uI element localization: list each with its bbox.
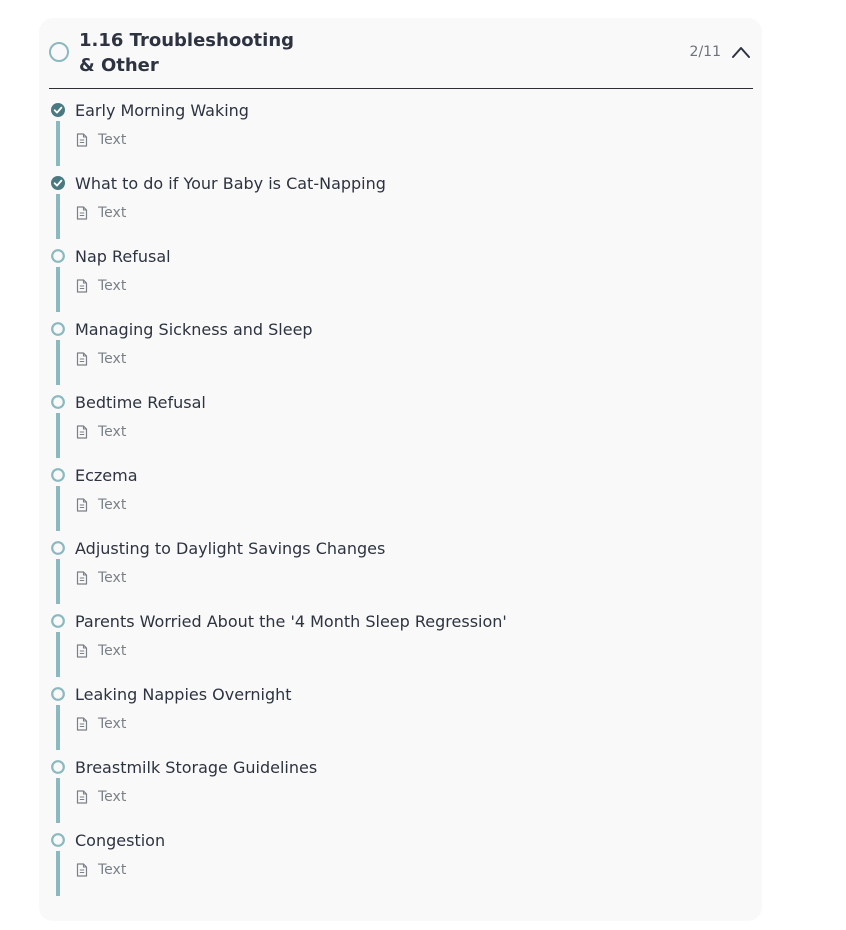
lesson-title[interactable]: Parents Worried About the '4 Month Sleep… — [75, 611, 507, 633]
lesson-item[interactable]: Eczema Text — [49, 463, 753, 536]
document-icon — [76, 571, 88, 585]
lesson-type-label: Text — [98, 205, 127, 221]
circle-outline-icon — [51, 249, 65, 263]
lesson-meta: Text — [76, 349, 126, 369]
progress-line — [56, 632, 60, 677]
lesson-type-label: Text — [98, 424, 127, 440]
lesson-meta: Text — [76, 276, 126, 296]
lesson-type-label: Text — [98, 351, 127, 367]
lesson-title[interactable]: Early Morning Waking — [75, 100, 249, 122]
progress-line — [56, 194, 60, 239]
lesson-item[interactable]: Early Morning Waking Text — [49, 98, 753, 171]
lesson-title[interactable]: Bedtime Refusal — [75, 392, 206, 414]
progress-line — [56, 486, 60, 531]
lesson-item[interactable]: Congestion Text — [49, 828, 753, 901]
document-icon — [76, 206, 88, 220]
lesson-item[interactable]: Leaking Nappies Overnight Text — [49, 682, 753, 755]
progress-line — [56, 121, 60, 166]
lesson-type-label: Text — [98, 278, 127, 294]
lesson-item[interactable]: Adjusting to Daylight Savings Changes Tex… — [49, 536, 753, 609]
section-title: 1.16 Troubleshooting & Other — [79, 30, 295, 76]
lesson-type-label: Text — [98, 862, 127, 878]
progress-count: 2/11 — [689, 44, 721, 60]
progress-line — [56, 413, 60, 458]
check-circle-icon — [51, 103, 65, 117]
document-icon — [76, 498, 88, 512]
progress-line — [56, 559, 60, 604]
lesson-item[interactable]: Bedtime Refusal Text — [49, 390, 753, 463]
lesson-meta: Text — [76, 787, 126, 807]
lesson-item[interactable]: Managing Sickness and Sleep Text — [49, 317, 753, 390]
progress-line — [56, 705, 60, 750]
lesson-item[interactable]: What to do if Your Baby is Cat-Napping Te… — [49, 171, 753, 244]
lesson-meta: Text — [76, 130, 126, 150]
lesson-item[interactable]: Breastmilk Storage Guidelines Text — [49, 755, 753, 828]
section-header[interactable]: 1.16 Troubleshooting & Other 2/11 — [49, 26, 753, 89]
lesson-meta: Text — [76, 714, 126, 734]
lesson-meta: Text — [76, 860, 126, 880]
circle-outline-icon — [51, 687, 65, 701]
check-circle-icon — [51, 176, 65, 190]
lesson-list: Early Morning Waking Text What to do if Yo… — [49, 98, 753, 901]
lesson-title[interactable]: Eczema — [75, 465, 138, 487]
document-icon — [76, 863, 88, 877]
lesson-type-label: Text — [98, 570, 127, 586]
lesson-title[interactable]: Leaking Nappies Overnight — [75, 684, 292, 706]
lesson-type-label: Text — [98, 643, 127, 659]
lesson-item[interactable]: Nap Refusal Text — [49, 244, 753, 317]
circle-outline-icon — [51, 614, 65, 628]
circle-outline-icon — [49, 42, 69, 62]
lesson-meta: Text — [76, 203, 126, 223]
lesson-meta: Text — [76, 495, 126, 515]
document-icon — [76, 717, 88, 731]
document-icon — [76, 425, 88, 439]
document-icon — [76, 352, 88, 366]
circle-outline-icon — [51, 541, 65, 555]
document-icon — [76, 790, 88, 804]
lesson-item[interactable]: Parents Worried About the '4 Month Sleep… — [49, 609, 753, 682]
lesson-title[interactable]: Nap Refusal — [75, 246, 171, 268]
lesson-meta: Text — [76, 568, 126, 588]
circle-outline-icon — [51, 468, 65, 482]
lesson-title[interactable]: Managing Sickness and Sleep — [75, 319, 313, 341]
document-icon — [76, 644, 88, 658]
circle-outline-icon — [51, 760, 65, 774]
lesson-meta: Text — [76, 641, 126, 661]
chevron-up-icon[interactable] — [731, 45, 751, 59]
progress-line — [56, 340, 60, 385]
lesson-title[interactable]: Adjusting to Daylight Savings Changes — [75, 538, 385, 560]
lesson-title[interactable]: Breastmilk Storage Guidelines — [75, 757, 317, 779]
document-icon — [76, 133, 88, 147]
progress-line — [56, 778, 60, 823]
lesson-meta: Text — [76, 422, 126, 442]
progress-line — [56, 851, 60, 896]
circle-outline-icon — [51, 322, 65, 336]
progress-line — [56, 267, 60, 312]
lesson-title[interactable]: What to do if Your Baby is Cat-Napping — [75, 173, 386, 195]
section-panel: 1.16 Troubleshooting & Other 2/11 Early … — [39, 18, 762, 921]
lesson-type-label: Text — [98, 132, 127, 148]
lesson-type-label: Text — [98, 716, 127, 732]
circle-outline-icon — [51, 833, 65, 847]
document-icon — [76, 279, 88, 293]
lesson-type-label: Text — [98, 497, 127, 513]
lesson-type-label: Text — [98, 789, 127, 805]
circle-outline-icon — [51, 395, 65, 409]
lesson-title[interactable]: Congestion — [75, 830, 165, 852]
